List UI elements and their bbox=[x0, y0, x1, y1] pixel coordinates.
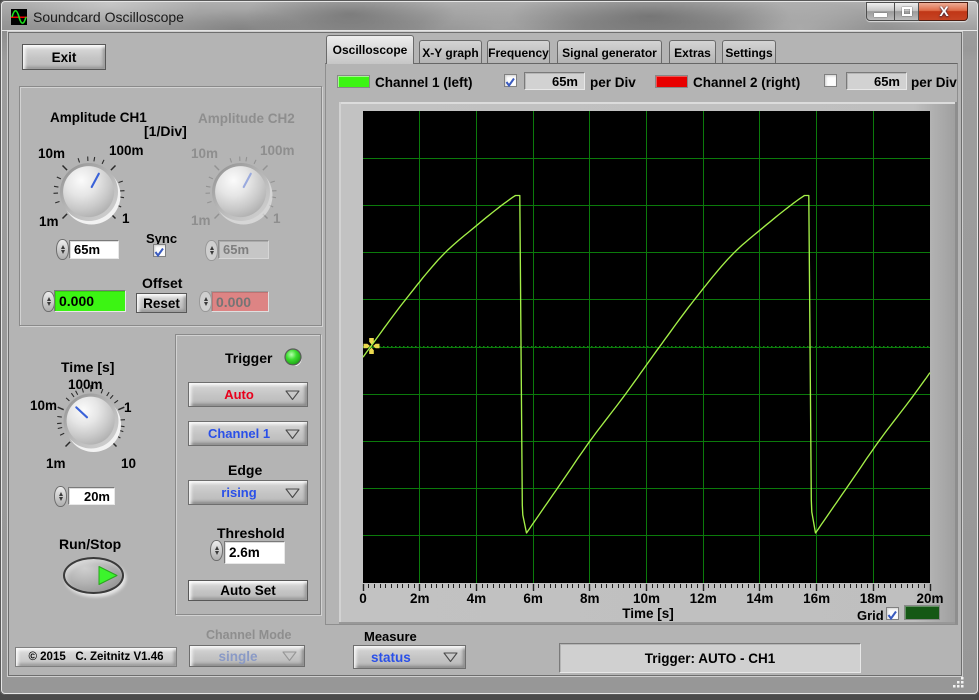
svg-text:6m: 6m bbox=[523, 591, 543, 606]
svg-text:4m: 4m bbox=[467, 591, 487, 606]
svg-text:Time [s]: Time [s] bbox=[622, 606, 674, 621]
svg-text:18m: 18m bbox=[860, 591, 887, 606]
svg-text:0: 0 bbox=[359, 591, 367, 606]
svg-text:14m: 14m bbox=[746, 591, 773, 606]
svg-text:10m: 10m bbox=[633, 591, 660, 606]
svg-text:16m: 16m bbox=[803, 591, 830, 606]
svg-text:2m: 2m bbox=[410, 591, 430, 606]
svg-text:20m: 20m bbox=[916, 591, 943, 606]
svg-text:8m: 8m bbox=[580, 591, 600, 606]
svg-text:12m: 12m bbox=[690, 591, 717, 606]
